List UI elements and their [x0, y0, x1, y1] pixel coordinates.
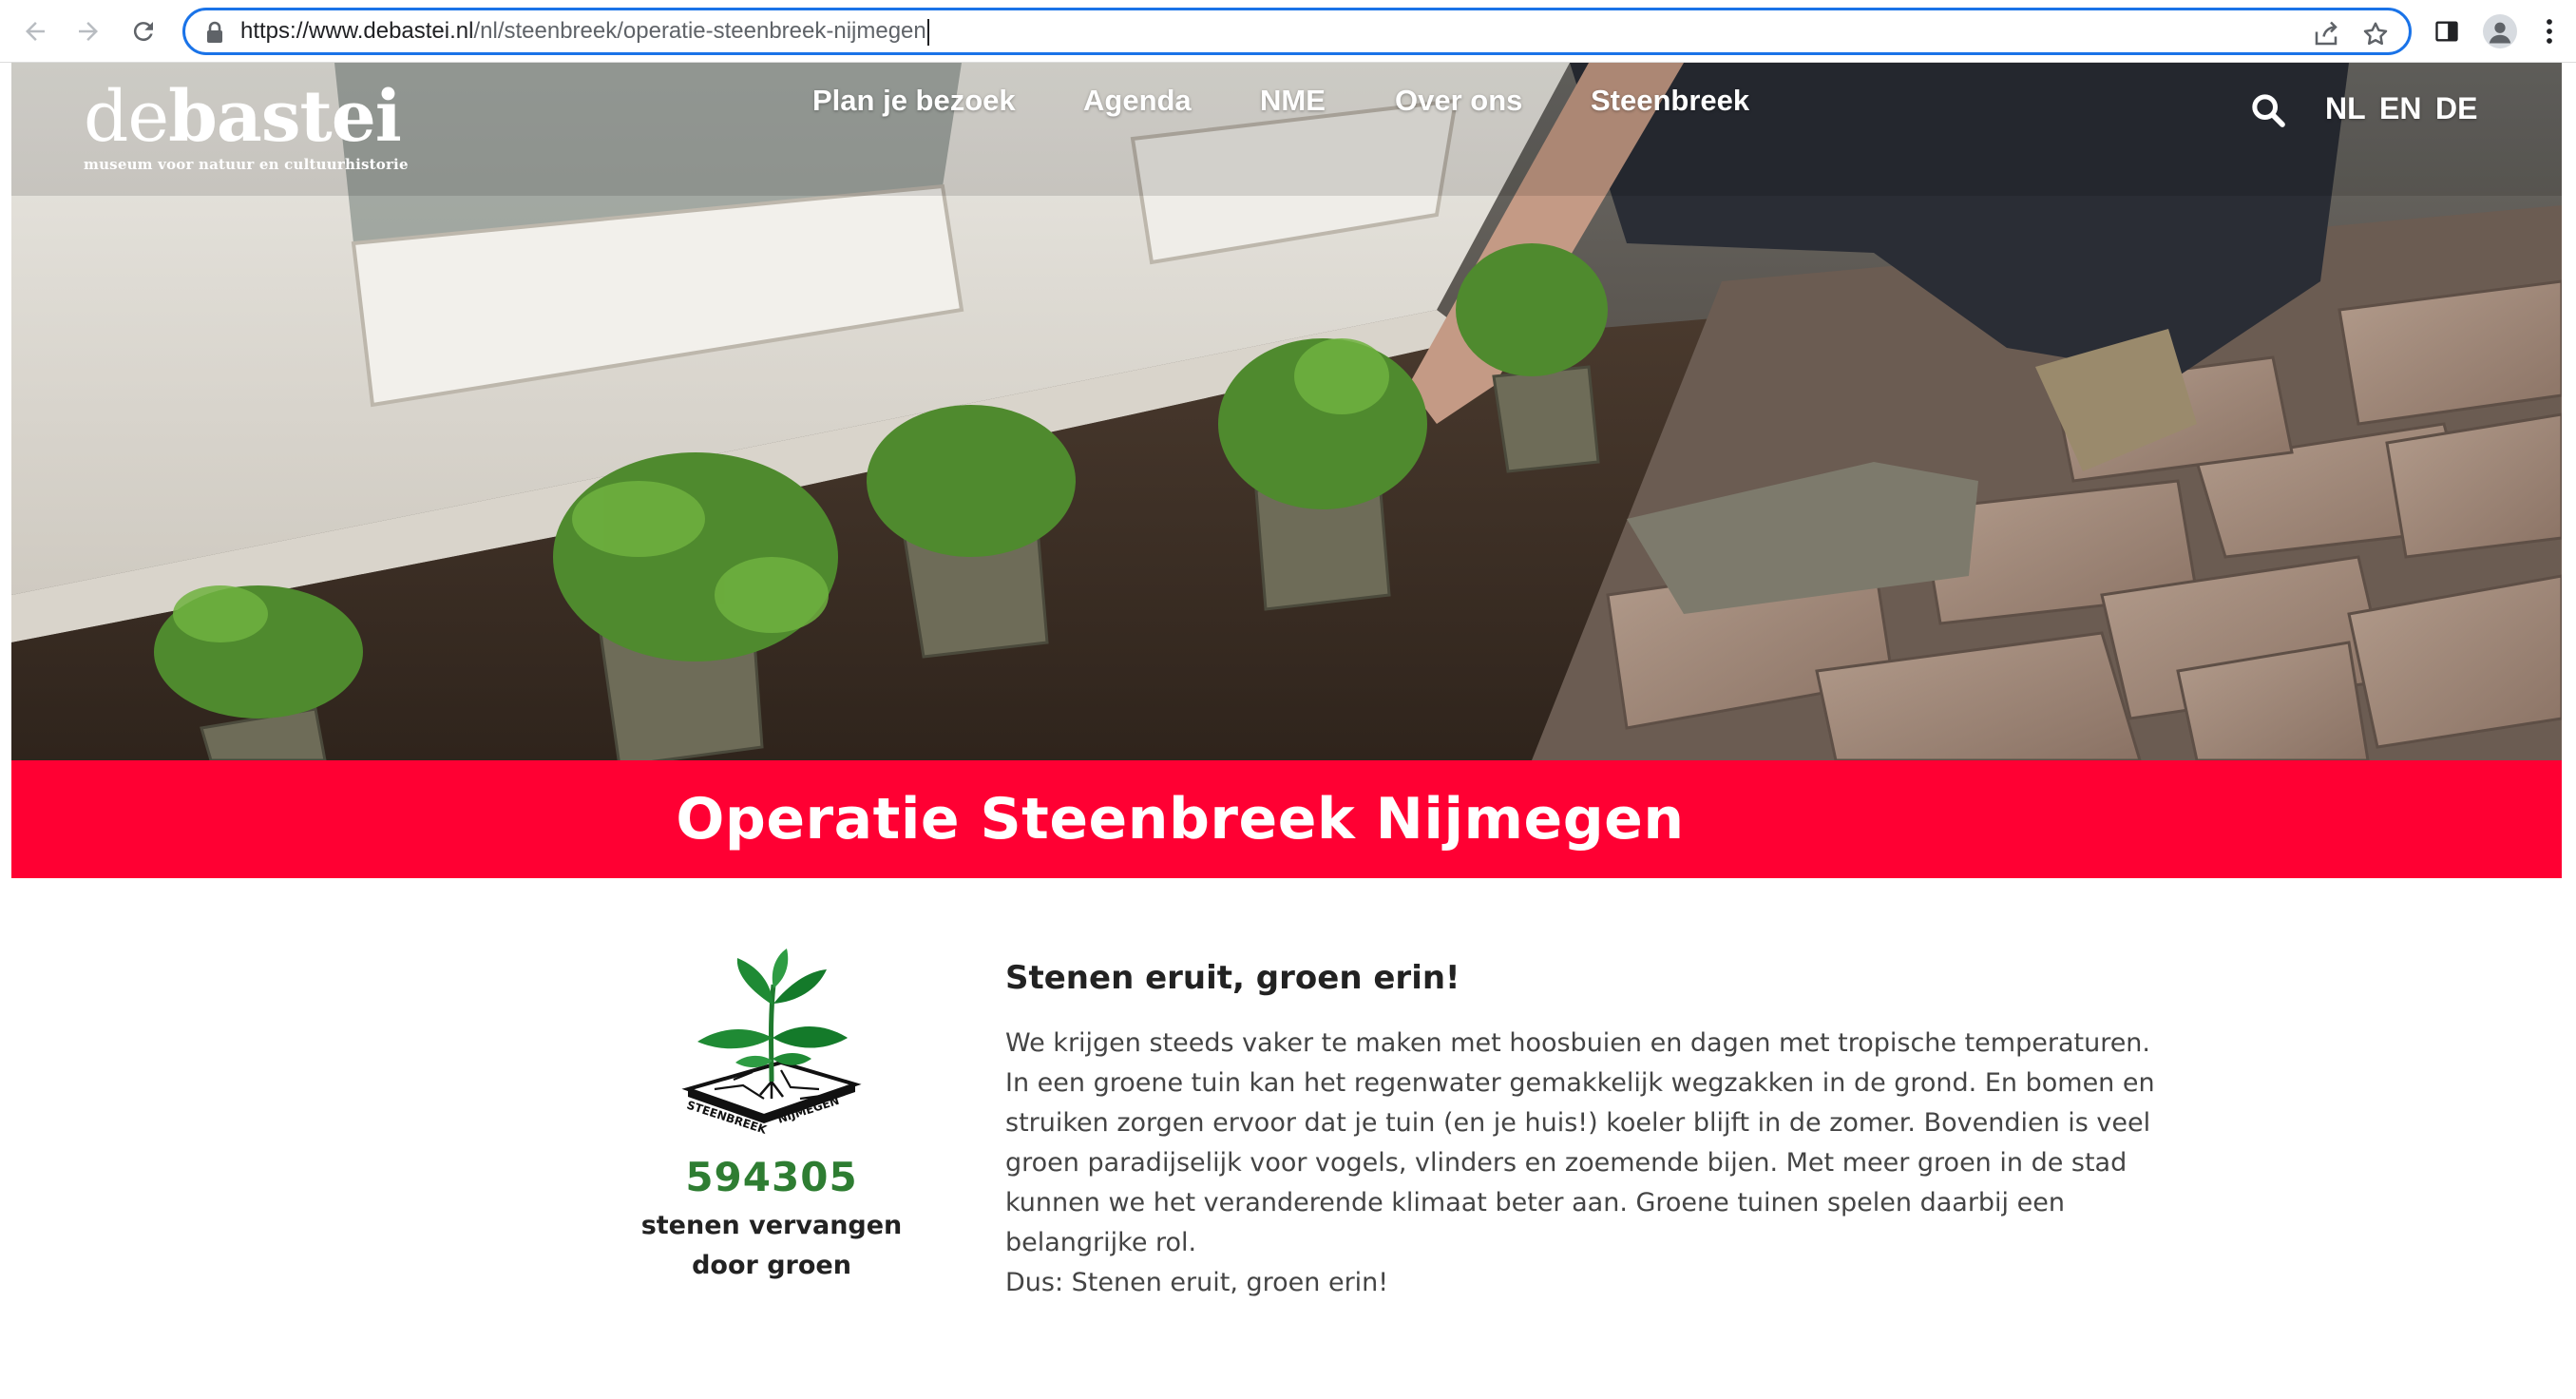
logo-wordmark: debastei — [84, 76, 402, 158]
star-icon[interactable] — [2361, 20, 2390, 48]
reload-icon — [133, 22, 153, 42]
back-icon — [26, 22, 45, 41]
nav-item-plan-je-bezoek[interactable]: Plan je bezoek — [812, 84, 1016, 118]
nav-item-agenda[interactable]: Agenda — [1083, 84, 1192, 118]
page-title: Operatie Steenbreek Nijmegen — [676, 786, 1685, 853]
article-body: We krijgen steeds vaker te maken met hoo… — [1005, 1028, 2155, 1257]
search-icon — [2252, 94, 2285, 127]
search-button[interactable] — [2249, 91, 2291, 133]
language-en[interactable]: EN — [2379, 91, 2421, 126]
side-panel-icon — [2435, 21, 2458, 42]
chrome-menu-button[interactable] — [2535, 13, 2564, 49]
steenbreek-nijmegen-logo: STEENBREEK NIJMEGEN — [681, 949, 862, 1137]
stones-replaced-label: stenen vervangen door groen — [640, 1211, 903, 1280]
forward-button[interactable] — [70, 13, 106, 49]
hero-image: debastei museum voor natuur en cultuurhi… — [11, 63, 2562, 760]
text-cursor — [926, 18, 929, 46]
back-button[interactable] — [17, 13, 53, 49]
page-title-banner: Operatie Steenbreek Nijmegen — [11, 760, 2562, 878]
language-nl[interactable]: NL — [2325, 91, 2366, 126]
web-page: debastei museum voor natuur en cultuurhi… — [11, 63, 2562, 1399]
nav-item-nme[interactable]: NME — [1260, 84, 1326, 118]
language-de[interactable]: DE — [2435, 91, 2477, 126]
nav-item-over-ons[interactable]: Over ons — [1395, 84, 1522, 118]
site-logo[interactable]: debastei museum voor natuur en cultuurhi… — [84, 80, 409, 173]
lock-icon[interactable] — [204, 21, 225, 44]
reload-button[interactable] — [125, 13, 162, 49]
logo-tagline: museum voor natuur en cultuurhistorie — [84, 156, 409, 173]
article-heading: Stenen eruit, groen erin! — [1005, 959, 1460, 997]
profile-icon — [2489, 22, 2511, 44]
side-panel-button[interactable] — [2429, 13, 2465, 49]
nav-item-steenbreek[interactable]: Steenbreek — [1591, 84, 1749, 118]
browser-toolbar: https://www.debastei.nl/nl/steenbreek/op… — [0, 0, 2576, 63]
address-bar[interactable]: https://www.debastei.nl/nl/steenbreek/op… — [182, 8, 2412, 55]
url-text[interactable]: https://www.debastei.nl/nl/steenbreek/op… — [240, 10, 929, 52]
avatar — [2483, 14, 2517, 48]
article-closing: Dus: Stenen eruit, groen erin! — [1005, 1268, 1389, 1297]
share-icon[interactable] — [2312, 20, 2340, 48]
article-content: Stenen eruit, groen erin! We krijgen ste… — [1005, 959, 2165, 1303]
profile-button[interactable] — [2482, 13, 2518, 49]
stone-counter: STEENBREEK NIJMEGEN 594305 stenen vervan… — [639, 947, 905, 1286]
forward-icon — [79, 22, 98, 41]
menu-icon — [2547, 19, 2552, 44]
stones-replaced-count: 594305 — [685, 1154, 858, 1200]
